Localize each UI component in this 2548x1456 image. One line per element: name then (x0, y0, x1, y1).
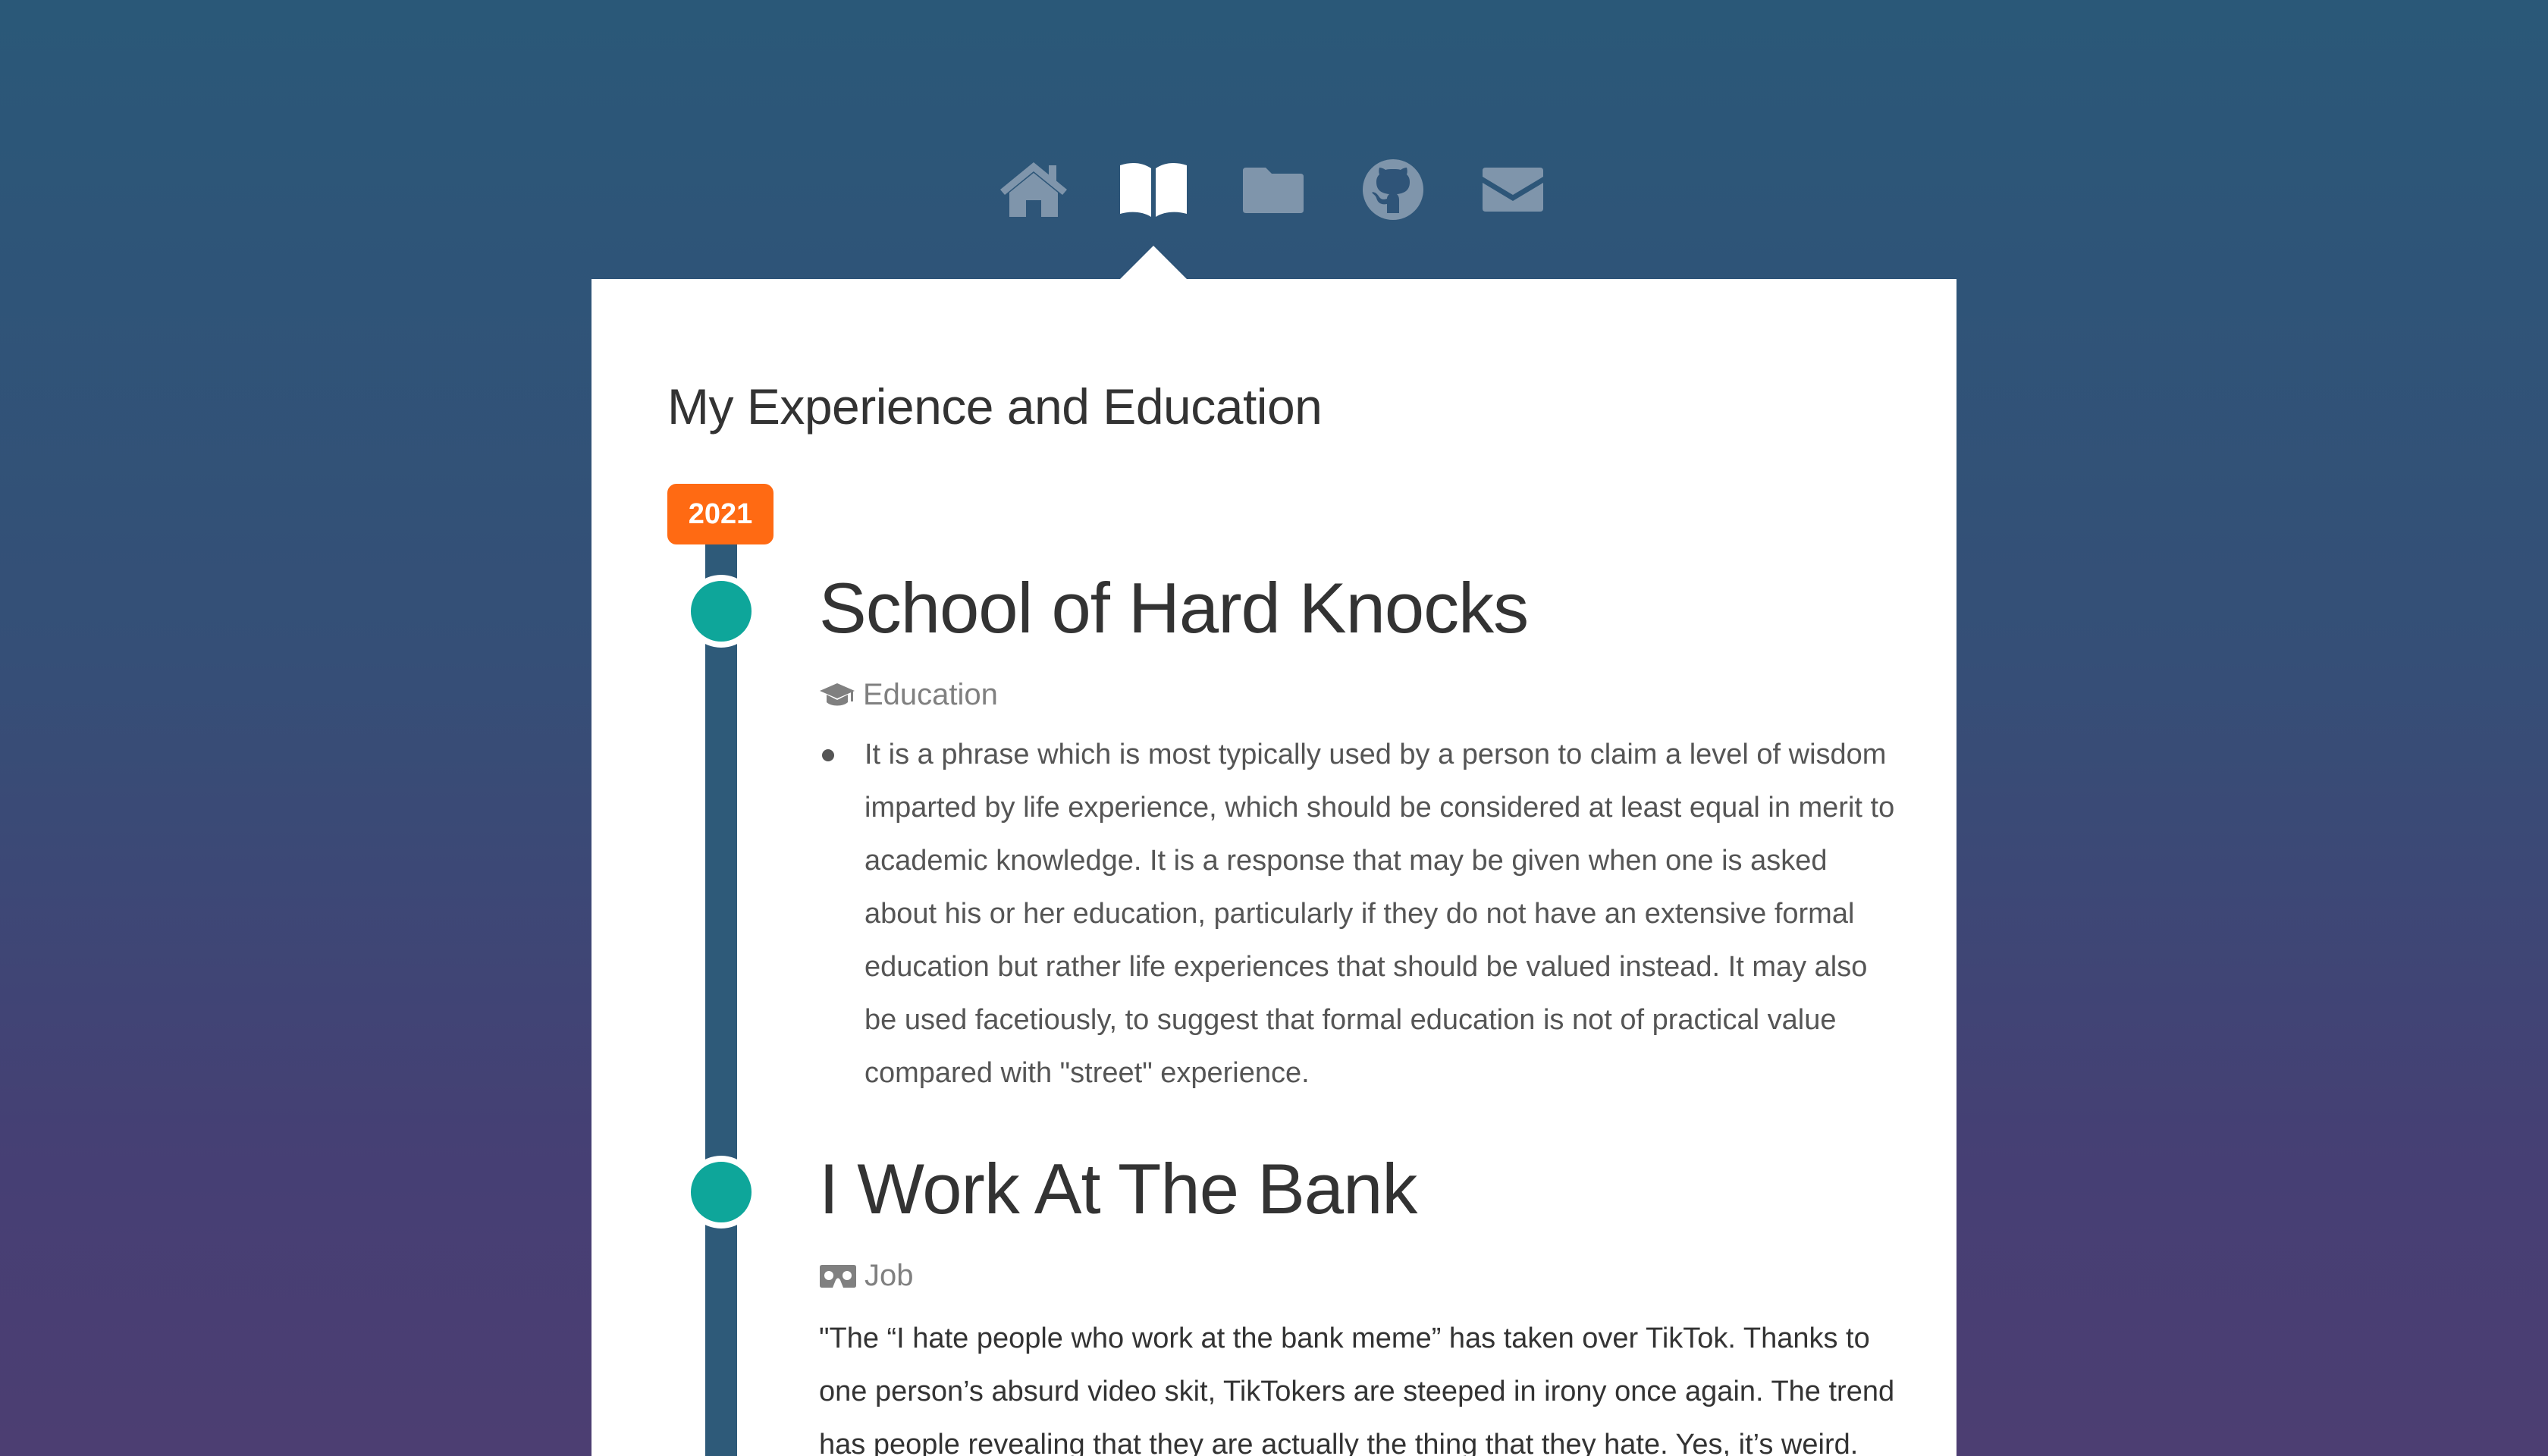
graduation-cap-icon (820, 682, 855, 705)
github-icon (1363, 159, 1423, 220)
vr-headset-icon (820, 1264, 856, 1288)
timeline-dot (685, 575, 758, 648)
entry-type-label: Education (863, 678, 998, 711)
entry-title: School of Hard Knocks (819, 568, 1529, 648)
entry-title: I Work At The Bank (819, 1149, 1417, 1228)
folder-icon (1243, 168, 1304, 213)
entry-type-label: Job (864, 1259, 914, 1292)
resume-card: My Experience and Education 2021 School … (592, 279, 1956, 1456)
nav-resume[interactable] (1112, 152, 1195, 228)
nav-home[interactable] (992, 152, 1075, 228)
entry-description: "The “I hate people who work at the bank… (819, 1323, 1895, 1456)
nav-projects[interactable] (1232, 152, 1315, 228)
active-tab-pointer (1119, 246, 1188, 280)
list-item: It is a phrase which is most typically u… (819, 728, 1896, 1100)
envelope-icon (1483, 168, 1543, 212)
year-badge: 2021 (667, 484, 774, 544)
timeline-line (705, 537, 737, 1456)
home-icon (1000, 162, 1067, 217)
page-title: My Experience and Education (667, 378, 1323, 435)
timeline-dot (685, 1156, 758, 1228)
top-nav (0, 152, 2548, 228)
entry-description: It is a phrase which is most typically u… (819, 728, 1896, 1100)
nav-github[interactable] (1351, 152, 1435, 228)
book-open-icon (1120, 162, 1187, 217)
entry-type: Job (819, 1259, 914, 1293)
nav-contact[interactable] (1471, 152, 1555, 228)
entry-type: Education (819, 678, 998, 712)
